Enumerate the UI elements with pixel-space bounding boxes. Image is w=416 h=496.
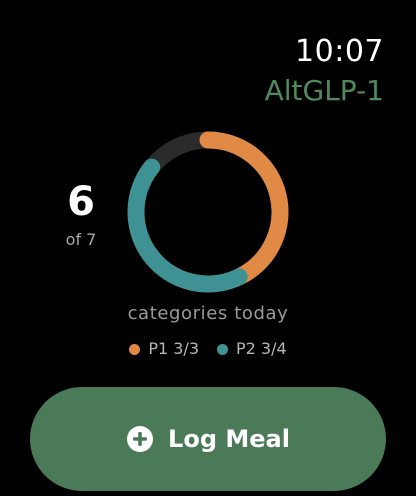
app-title: AltGLP-1	[264, 74, 384, 107]
legend-dot-p1	[129, 343, 141, 355]
legend: P1 3/3 P2 3/4	[0, 337, 416, 361]
status-time: 10:07	[295, 34, 384, 69]
progress-total: of 7	[65, 230, 97, 249]
plus-circle-icon	[127, 426, 154, 452]
legend-label-p2: P2 3/4	[236, 339, 287, 358]
log-meal-button[interactable]: Log Meal	[30, 387, 386, 491]
ring-segment-p1	[199, 131, 289, 286]
legend-dot-p2	[217, 343, 228, 355]
progress-caption: categories today	[127, 303, 289, 324]
legend-item-p2: P2 3/4	[217, 337, 287, 361]
legend-label-p1: P1 3/3	[148, 339, 199, 358]
legend-item-p1: P1 3/3	[129, 337, 199, 361]
log-meal-label: Log Meal	[168, 425, 290, 453]
progress-count: 6	[67, 179, 95, 225]
